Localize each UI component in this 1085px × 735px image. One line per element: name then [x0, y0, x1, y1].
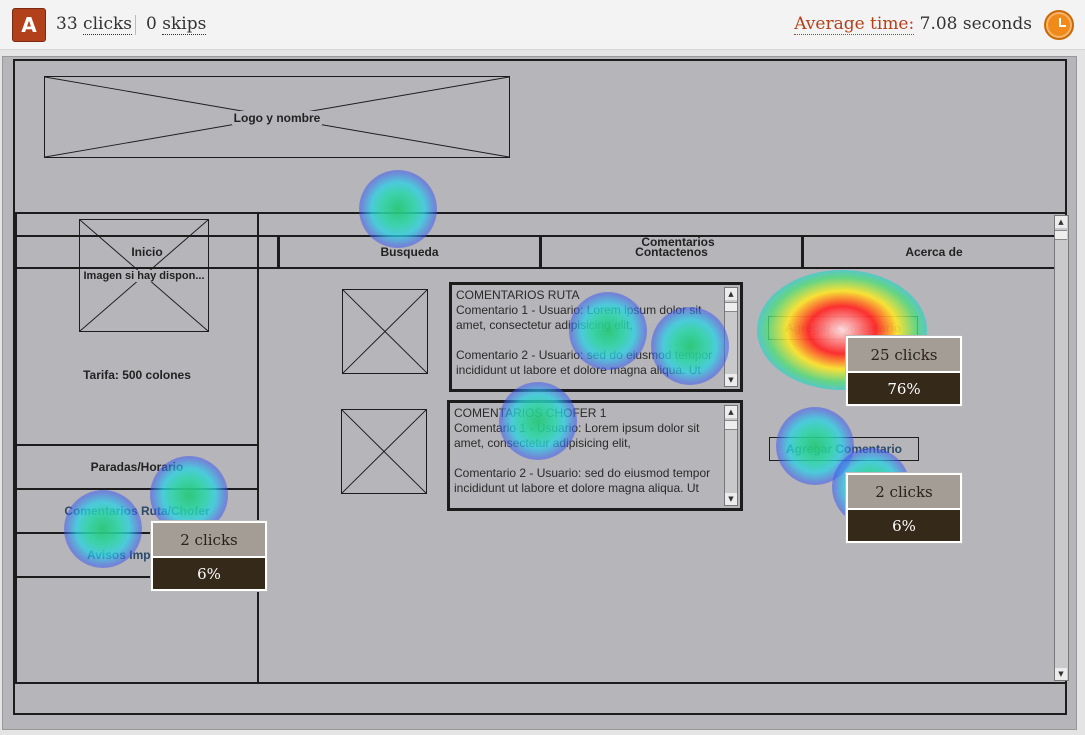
comment-line: Comentario 2 - Usuario: sed do eiusmod t… — [456, 348, 713, 362]
tooltip-clicks: 2 clicks — [848, 475, 960, 508]
comment-line: Comentario 2 - Usuario: sed do eiusmod t… — [454, 466, 711, 480]
clicks-stat[interactable]: 33 clicks — [56, 14, 132, 35]
scroll-thumb[interactable] — [1055, 230, 1067, 240]
comment-line: amet, consectetur adipisicing elit, — [454, 436, 631, 450]
menu-avisos-label: Avisos Impo — [87, 548, 158, 562]
image-placeholder: Imagen si hay dispon... — [79, 219, 209, 332]
clicks-count: 33 — [56, 14, 78, 34]
average-time-label[interactable]: Average time: — [794, 14, 915, 35]
scroll-down-icon[interactable]: ▼ — [725, 493, 737, 505]
tooltip-clicks: 2 clicks — [153, 523, 265, 556]
skips-count: 0 — [146, 14, 157, 34]
image-placeholder-label: Imagen si hay dispon... — [83, 270, 205, 282]
comment-line: incididunt ut labore et dolore magna ali… — [454, 481, 699, 495]
average-time-value: 7.08 seconds — [919, 14, 1032, 34]
comment-line: Comentario 1 - Usuario: Lorem ipsum dolo… — [454, 421, 700, 435]
comments-route-scrollbar[interactable]: ▲ ▼ — [724, 287, 738, 387]
add-comment-driver-button[interactable]: Agregar Comentario — [769, 437, 919, 461]
scroll-up-icon[interactable]: ▲ — [725, 406, 737, 418]
tooltip-percent: 76% — [848, 371, 960, 404]
average-time: Average time: 7.08 seconds — [794, 14, 1032, 35]
clock-icon — [1044, 10, 1074, 40]
comments-route-title: COMENTARIOS RUTA — [456, 288, 580, 302]
tooltip-clicks: 25 clicks — [848, 338, 960, 371]
scroll-up-icon[interactable]: ▲ — [1055, 216, 1067, 228]
menu-comentarios-label: Comentarios Ruta/Chofer — [64, 504, 210, 518]
tooltip-percent: 6% — [153, 556, 265, 589]
comment-line: amet, consectetur adipisicing elit, — [456, 318, 633, 332]
comment-line: Comentario 1 - Usuario: Lorem ipsum dolo… — [456, 303, 702, 317]
click-tooltip-sidebar: 2 clicks 6% — [151, 521, 267, 591]
route-thumbnail — [342, 289, 428, 374]
scroll-up-icon[interactable]: ▲ — [725, 288, 737, 300]
click-tooltip-add-comment-route: 25 clicks 76% — [846, 336, 962, 406]
logo-label: Logo y nombre — [231, 111, 323, 125]
divider — [135, 15, 136, 35]
comments-route-text: COMENTARIOS RUTA Comentario 1 - Usuario:… — [456, 288, 722, 386]
scroll-thumb[interactable] — [725, 302, 737, 312]
scroll-down-icon[interactable]: ▼ — [725, 374, 737, 386]
comments-driver-text: COMENTARIOS CHOFER 1 Comentario 1 - Usua… — [454, 406, 722, 505]
task-badge: A — [12, 8, 46, 42]
comments-driver-scrollbar[interactable]: ▲ ▼ — [724, 405, 738, 506]
main-scrollbar[interactable]: ▲ ▼ — [1054, 215, 1069, 681]
menu-paradas-horario[interactable]: Paradas/Horario — [15, 444, 259, 490]
skips-label: skips — [162, 14, 207, 35]
comments-driver-box[interactable]: COMENTARIOS CHOFER 1 Comentario 1 - Usua… — [447, 400, 743, 511]
skips-stat[interactable]: 0 skips — [146, 14, 207, 35]
driver-thumbnail — [341, 409, 427, 494]
section-title: Comentarios — [641, 235, 715, 249]
results-header: A 33 clicks 0 skips Average time: 7.08 s… — [0, 0, 1085, 50]
comments-route-box[interactable]: COMENTARIOS RUTA Comentario 1 - Usuario:… — [449, 282, 743, 392]
comment-spacer — [454, 451, 722, 466]
wireframe-footer — [13, 682, 1067, 715]
tooltip-percent: 6% — [848, 508, 960, 541]
click-tooltip-add-comment-driver: 2 clicks 6% — [846, 473, 962, 543]
scroll-down-icon[interactable]: ▼ — [1055, 668, 1067, 680]
tarifa-label: Tarifa: 500 colones — [83, 368, 191, 382]
comments-driver-title: COMENTARIOS CHOFER 1 — [454, 406, 607, 420]
comment-spacer — [456, 333, 722, 348]
logo-placeholder: Logo y nombre — [44, 76, 510, 158]
scroll-thumb[interactable] — [725, 420, 737, 430]
comment-line: incididunt ut labore et dolore magna ali… — [456, 363, 701, 377]
menu-paradas-horario-label: Paradas/Horario — [90, 460, 184, 474]
clicks-label: clicks — [83, 14, 132, 35]
